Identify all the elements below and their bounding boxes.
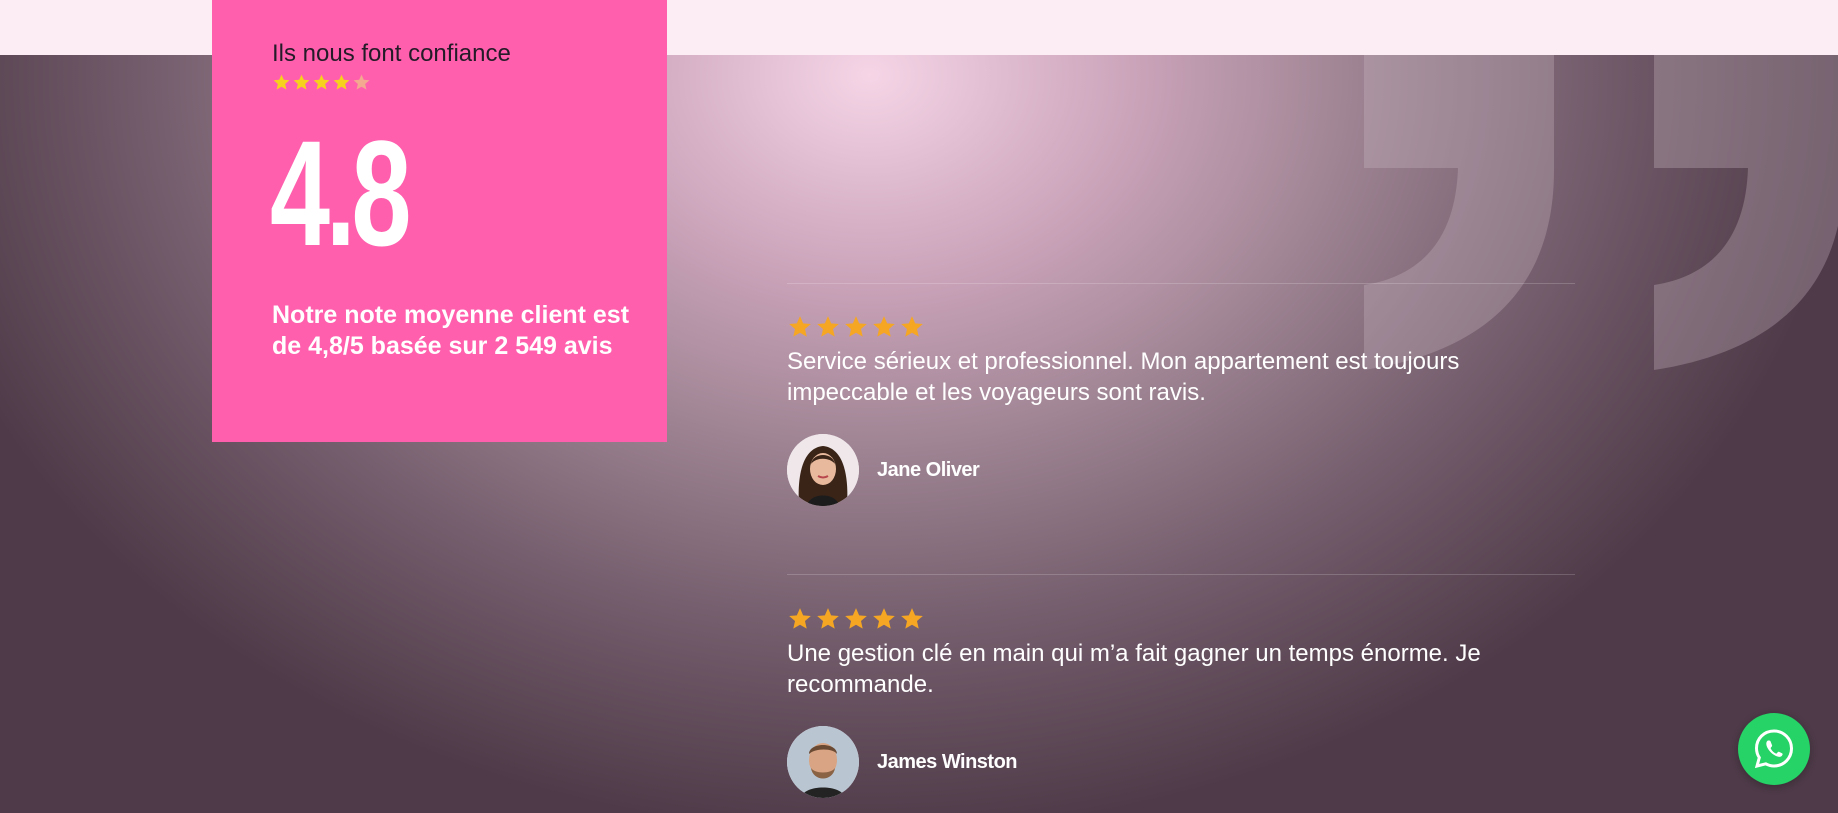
- review-author: James Winston: [787, 726, 1575, 798]
- quote-icon: [1654, 55, 1838, 370]
- star-icon: [845, 316, 867, 337]
- star-icon: [873, 316, 895, 337]
- star-icon: [789, 608, 811, 629]
- review-author: Jane Oliver: [787, 434, 1575, 506]
- author-name: James Winston: [877, 750, 1018, 773]
- star-icon: [817, 608, 839, 629]
- star-icon: [789, 316, 811, 337]
- review-rating: [787, 606, 1575, 634]
- review-card: Une gestion clé en main qui m’a fait gag…: [787, 606, 1575, 798]
- star-icon: [313, 74, 330, 90]
- rating-summary-card: Ils nous font confiance 4.8 Notre note m…: [212, 0, 667, 442]
- author-name: Jane Oliver: [877, 458, 980, 481]
- star-icon: [845, 608, 867, 629]
- star-icon: [873, 608, 895, 629]
- star-icon: [817, 316, 839, 337]
- star-icon: [273, 74, 290, 90]
- average-score: 4.8: [270, 109, 411, 277]
- avatar: [787, 726, 859, 798]
- review-divider: [787, 574, 1575, 575]
- star-icon: [901, 608, 923, 629]
- whatsapp-button[interactable]: [1738, 713, 1810, 785]
- review-text: Service sérieux et professionnel. Mon ap…: [787, 348, 1460, 406]
- review-card: Service sérieux et professionnel. Mon ap…: [787, 314, 1575, 506]
- review-divider: [787, 283, 1575, 284]
- card-rating: [272, 73, 371, 92]
- card-heading: Ils nous font confiance: [272, 40, 511, 67]
- avatar: [787, 434, 859, 506]
- whatsapp-icon: [1754, 729, 1794, 769]
- star-icon: [353, 74, 370, 90]
- review-rating: [787, 314, 1575, 342]
- rating-summary-text: Notre note moyenne client est de 4,8/5 b…: [272, 301, 630, 360]
- star-icon: [333, 74, 350, 90]
- star-icon: [293, 74, 310, 90]
- review-text: Une gestion clé en main qui m’a fait gag…: [787, 640, 1481, 698]
- star-icon: [901, 316, 923, 337]
